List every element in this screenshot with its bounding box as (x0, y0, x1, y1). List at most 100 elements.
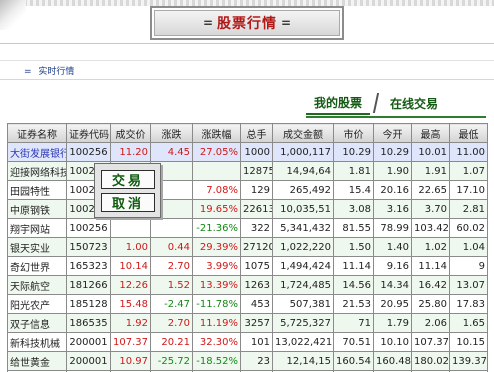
column-header[interactable]: 成交价 (110, 123, 151, 143)
table-cell: 12875 (240, 161, 273, 181)
table-cell: -25.72 (150, 351, 193, 371)
table-row[interactable]: 奇幻世界 165323 10.14 2.70 3.99% 1075 1,494,424 11.… (7, 256, 488, 276)
table-cell: 10.14 (110, 256, 151, 276)
table-cell: 1,000,117 (272, 142, 334, 162)
table-cell: 1.92 (110, 313, 151, 333)
table-row[interactable]: 阳光农产 185128 15.48 -2.47 -11.78% 453 507,381 21.… (7, 294, 488, 314)
stock-code-cell: 165323 (66, 256, 111, 276)
table-cell: 2.70 (150, 313, 193, 333)
table-row[interactable]: 大街发展银行 100256 11.20 4.45 27.05% 1000 1,000,117… (7, 142, 488, 162)
column-header[interactable]: 市价 (333, 123, 374, 143)
stock-name-cell: 新科技机械 (7, 332, 67, 352)
table-cell: 13,022,421 (272, 332, 334, 352)
table-cell: 29.39% (192, 237, 241, 257)
table-cell: 32.30% (192, 332, 241, 352)
table-cell: 1.07 (449, 161, 488, 181)
stock-name-cell: 翔宇网站 (7, 218, 67, 238)
table-cell: 507,381 (272, 294, 334, 314)
table-row[interactable]: 新科技机械 200001 107.37 20.21 32.30% 101 13,022,42… (7, 332, 488, 352)
table-cell: 103.42 (411, 218, 450, 238)
table-row[interactable]: 银天实业 150723 1.00 0.44 29.39% 27120 1,022,220 1.… (7, 237, 488, 257)
divider (0, 79, 494, 80)
stock-name-cell: 奇幻世界 (7, 256, 67, 276)
column-header[interactable]: 证券代码 (66, 123, 111, 143)
column-header[interactable]: 涨跌幅 (192, 123, 241, 143)
table-cell: 17.83 (449, 294, 488, 314)
table-row[interactable]: 给世黄金 200001 10.97 -25.72 -18.52% 23 12,14,15 16… (7, 351, 488, 371)
table-row[interactable]: 天际航空 181266 12.26 1.52 13.39% 1263 1,724,485 14… (7, 275, 488, 295)
table-cell: 129 (240, 180, 273, 200)
stock-code-cell: 200001 (66, 332, 111, 352)
table-cell: 453 (240, 294, 273, 314)
table-cell: 3257 (240, 313, 273, 333)
table-cell: 1,724,485 (272, 275, 334, 295)
table-cell: 10.01 (411, 142, 450, 162)
table-cell: 12.26 (110, 275, 151, 295)
table-cell: 81.55 (333, 218, 374, 238)
table-cell: 10,035,51 (272, 199, 334, 219)
stock-code-cell: 185128 (66, 294, 111, 314)
column-header[interactable]: 成交金额 (272, 123, 334, 143)
table-cell: 1,494,424 (272, 256, 334, 276)
table-cell: 4.45 (150, 142, 193, 162)
table-cell: 1.04 (449, 237, 488, 257)
stock-name-cell: 迎接网络科技 (7, 161, 67, 181)
stock-table: 证券名称 证券代码 成交价 涨跌 涨跌幅 总手 成交金额 市价 今开 最高 最低 大街发展银行 100… (7, 123, 488, 372)
table-cell: 78.99 (373, 218, 412, 238)
title-plate: = 股票行情 = (150, 6, 344, 40)
column-header[interactable]: 涨跌 (150, 123, 193, 143)
stock-code-cell: 100256 (66, 142, 111, 162)
table-cell: 60.02 (449, 218, 488, 238)
table-cell: 9.16 (373, 256, 412, 276)
table-cell: 1.91 (411, 161, 450, 181)
stock-name-cell: 中原钢铁 (7, 199, 67, 219)
table-cell: 14,94,64 (272, 161, 334, 181)
table-cell: 21.53 (333, 294, 374, 314)
table-row[interactable]: 田园特性 100256 7.08% 129 265,492 15.4 20.16 22.65 1… (7, 180, 488, 200)
table-cell: 1.81 (333, 161, 374, 181)
stock-name-cell: 银天实业 (7, 237, 67, 257)
column-header[interactable]: 最高 (411, 123, 450, 143)
stock-code-cell: 100256 (66, 218, 111, 238)
tab-underline (306, 116, 486, 118)
stock-name-cell: 天际航空 (7, 275, 67, 295)
trade-button[interactable]: 交易 (101, 170, 155, 189)
tab-online-trading[interactable]: 在线交易 (382, 91, 446, 115)
table-cell: 1.02 (411, 237, 450, 257)
table-cell: 10.15 (449, 332, 488, 352)
table-cell: 16.42 (411, 275, 450, 295)
table-row[interactable]: 翔宇网站 100256 -21.36% 322 5,341,432 81.55 78.99 1… (7, 218, 488, 238)
table-cell: 22.65 (411, 180, 450, 200)
table-cell: 107.37 (110, 332, 151, 352)
table-cell: 160.48 (373, 351, 412, 371)
tab-my-stocks[interactable]: 我的股票 (306, 91, 371, 115)
column-header[interactable]: 证券名称 (7, 123, 67, 143)
stock-code-cell: 186535 (66, 313, 111, 333)
table-cell: 5,341,432 (272, 218, 334, 238)
table-cell: 15.4 (333, 180, 374, 200)
divider (0, 60, 494, 61)
table-row[interactable]: 中原钢铁 100256 19.65% 22613 10,035,51 3.08 3.16 3.… (7, 199, 488, 219)
table-row[interactable]: 迎接网络科技 100256 12875 14,94,64 1.81 1.90 1.91 1.0… (7, 161, 488, 181)
cancel-button[interactable]: 取消 (101, 193, 155, 212)
column-header[interactable]: 今开 (373, 123, 412, 143)
table-cell: 10.97 (110, 351, 151, 371)
table-cell: 25.80 (411, 294, 450, 314)
table-cell: 17.10 (449, 180, 488, 200)
table-cell: 1.50 (333, 237, 374, 257)
table-cell: 15.48 (110, 294, 151, 314)
table-cell: 12,14,15 (272, 351, 334, 371)
table-cell: 7.08% (192, 180, 241, 200)
table-cell: 3.70 (411, 199, 450, 219)
table-row[interactable]: 双子信息 186535 1.92 2.70 11.19% 3257 5,725,327 71 1… (7, 313, 488, 333)
table-cell (150, 218, 193, 238)
table-cell: 9 (449, 256, 488, 276)
table-cell: 1.52 (150, 275, 193, 295)
table-cell: 11.19% (192, 313, 241, 333)
stock-quote-page: = 股票行情 = = 实时行情 我的股票 在线交易 证券名称 证券代码 成交价 涨跌涨… (0, 0, 494, 372)
column-header[interactable]: 最低 (449, 123, 488, 143)
table-cell: 27120 (240, 237, 273, 257)
table-cell: 11.20 (110, 142, 151, 162)
column-header[interactable]: 总手 (240, 123, 273, 143)
section-bullet: = (24, 67, 32, 77)
